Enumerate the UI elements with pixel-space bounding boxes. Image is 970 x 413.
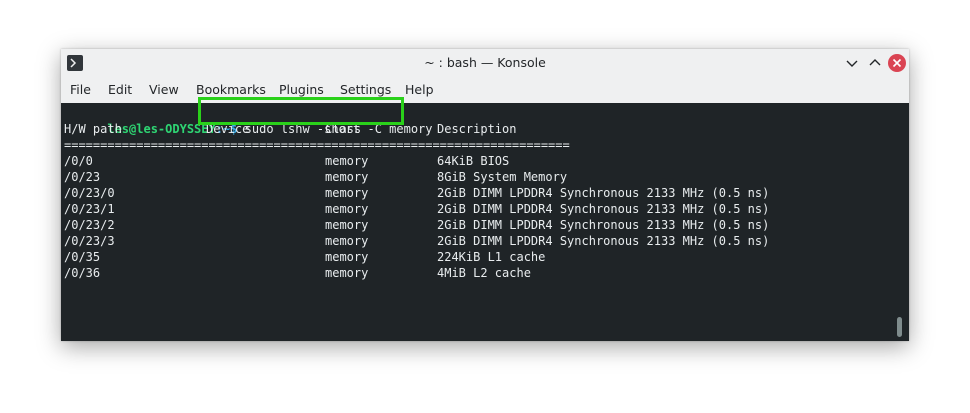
terminal-output[interactable]: les@les-ODYSSEY:~$ sudo lshw -short -C m… [61,103,909,341]
cell-description: 4MiB L2 cache [437,266,531,280]
cell-class: memory [325,218,369,232]
header-device: Device [206,122,250,136]
table-row: /0/23/2 memory 2GiB DIMM LPDDR4 Synchronou… [64,217,904,233]
cell-path: /0/23/0 [64,186,115,200]
menu-bookmarks[interactable]: Bookmarks [196,77,266,103]
menu-view[interactable]: View [149,77,179,103]
table-row: /0/23 memory 8GiB System Memory [64,169,904,185]
menu-edit[interactable]: Edit [108,77,132,103]
cell-path: /0/23/1 [64,202,115,216]
table-row: /0/0 memory 64KiB BIOS [64,153,904,169]
chevron-up-icon[interactable] [866,54,884,72]
cell-description: 2GiB DIMM LPDDR4 Synchronous 2133 MHz (0… [437,234,770,248]
menu-bar: File Edit View Bookmarks Plugins Setting… [61,77,909,103]
command-line: les@les-ODYSSEY:~$ sudo lshw -short -C m… [64,105,432,136]
cell-description: 64KiB BIOS [437,154,510,168]
menu-settings[interactable]: Settings [340,77,391,103]
table-row: /0/36 memory 4MiB L2 cache [64,265,904,281]
cell-class: memory [325,250,369,264]
cell-path: /0/23/3 [64,234,115,248]
cell-class: memory [325,266,369,280]
table-row: /0/23/0 memory 2GiB DIMM LPDDR4 Synchronou… [64,185,904,201]
cell-path: /0/35 [64,250,101,264]
close-icon[interactable] [888,54,906,72]
header-description: Description [437,122,517,136]
cell-path: /0/23/2 [64,218,115,232]
cell-path: /0/0 [64,154,93,168]
cell-class: memory [325,170,369,184]
cell-class: memory [325,154,369,168]
cell-description: 2GiB DIMM LPDDR4 Synchronous 2133 MHz (0… [437,202,770,216]
cell-class: memory [325,202,369,216]
cell-path: /0/36 [64,266,101,280]
separator-line: ========================================… [64,138,570,152]
cell-class: memory [325,234,369,248]
cell-description: 224KiB L1 cache [437,250,546,264]
table-row: /0/23/1 memory 2GiB DIMM LPDDR4 Synchronou… [64,201,904,217]
title-bar[interactable]: ~ : bash — Konsole [61,49,909,77]
menu-plugins[interactable]: Plugins [279,77,324,103]
final-prompt-line: les@les-ODYSSEY:~$ [64,329,246,341]
header-path: H/W path [64,122,122,136]
cell-description: 8GiB System Memory [437,170,568,184]
table-row: /0/23/3 memory 2GiB DIMM LPDDR4 Synchronou… [64,233,904,249]
cell-description: 2GiB DIMM LPDDR4 Synchronous 2133 MHz (0… [437,186,770,200]
chevron-down-icon[interactable] [843,54,861,72]
cell-description: 2GiB DIMM LPDDR4 Synchronous 2133 MHz (0… [437,218,770,232]
header-class: Class [325,122,362,136]
window-title: ~ : bash — Konsole [424,55,546,70]
table-row: /0/35 memory 224KiB L1 cache [64,249,904,265]
cell-class: memory [325,186,369,200]
cell-path: /0/23 [64,170,101,184]
scrollbar[interactable] [897,317,902,337]
header-row: H/W path Device Class Description [64,121,904,137]
menu-help[interactable]: Help [405,77,434,103]
menu-file[interactable]: File [70,77,91,103]
konsole-window: ~ : bash — Konsole File Edit View Bookma… [61,49,909,341]
